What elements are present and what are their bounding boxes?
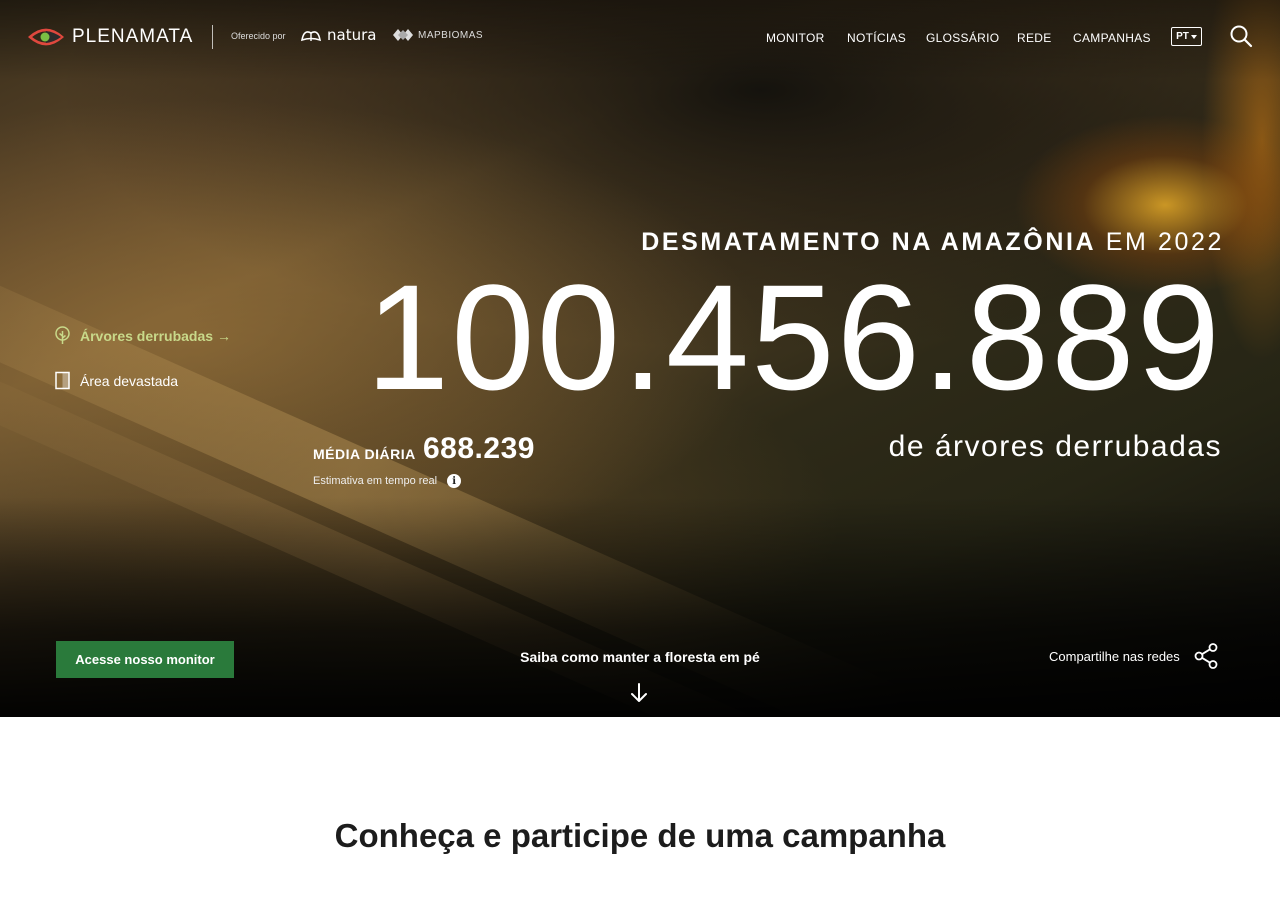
info-icon[interactable]: i xyxy=(447,474,462,488)
tree-counter-value: 100.456.889 xyxy=(365,253,1222,421)
natura-wordmark: natura xyxy=(327,26,377,44)
nav-campanhas[interactable]: CAMPANHAS xyxy=(1073,31,1151,45)
nav-noticias[interactable]: NOTÍCIAS xyxy=(847,31,906,45)
nav-rede[interactable]: REDE xyxy=(1017,31,1052,45)
toggle-label: Árvores derrubadas → xyxy=(80,327,231,344)
plenamata-logo-icon xyxy=(28,28,64,46)
site-header: PLENAMATA Oferecido por natura MAPBIOMAS… xyxy=(0,0,1280,72)
estimate-label: Estimativa em tempo real xyxy=(313,475,438,487)
learn-more-link[interactable]: Saiba como manter a floresta em pé xyxy=(440,649,840,665)
chevron-down-icon xyxy=(1190,34,1197,39)
hero-section: PLENAMATA Oferecido por natura MAPBIOMAS… xyxy=(0,0,1280,717)
offered-by-label: Oferecido por xyxy=(231,31,286,41)
natura-leaf-icon xyxy=(300,31,322,42)
nav-glossario[interactable]: GLOSSÁRIO xyxy=(926,31,999,45)
natura-logo[interactable]: natura xyxy=(300,26,376,44)
share-label: Compartilhe nas redes xyxy=(1049,648,1180,664)
mapbiomas-logo[interactable]: MAPBIOMAS xyxy=(392,26,483,44)
toggle-area-devastada[interactable]: Área devastada xyxy=(53,371,178,390)
language-selector[interactable]: PT xyxy=(1171,27,1202,46)
brand-logo[interactable]: PLENAMATA xyxy=(28,26,193,48)
kicker-year: EM 2022 xyxy=(1096,228,1224,256)
toggle-arvores-derrubadas[interactable]: Árvores derrubadas → xyxy=(53,326,231,345)
daily-average-value: 688.239 xyxy=(423,432,535,465)
header-divider xyxy=(212,25,213,49)
mapbiomas-wordmark: MAPBIOMAS xyxy=(418,29,484,41)
language-code: PT xyxy=(1176,31,1189,42)
toggle-label: Área devastada xyxy=(80,372,179,389)
counter-unit-text: de árvores derrubadas xyxy=(888,430,1222,463)
campaigns-section: Conheça e participe de uma campanha xyxy=(0,717,1280,900)
share-icon xyxy=(1194,643,1218,669)
tree-icon xyxy=(53,326,72,345)
search-icon[interactable] xyxy=(1229,24,1253,48)
access-monitor-button[interactable]: Acesse nosso monitor xyxy=(56,641,234,678)
area-icon xyxy=(53,371,72,390)
estimate-note: Estimativa em tempo real i xyxy=(313,474,462,488)
kicker-bold: DESMATAMENTO NA AMAZÔNIA xyxy=(641,228,1097,256)
share-button[interactable]: Compartilhe nas redes xyxy=(1049,643,1218,669)
daily-average-label: MÉDIA DIÁRIA xyxy=(313,446,416,462)
nav-monitor[interactable]: MONITOR xyxy=(766,31,825,45)
mapbiomas-mark-icon xyxy=(393,29,413,41)
campaigns-section-title: Conheça e participe de uma campanha xyxy=(334,817,946,854)
arrow-down-icon[interactable] xyxy=(629,682,649,704)
brand-name: PLENAMATA xyxy=(72,26,194,47)
